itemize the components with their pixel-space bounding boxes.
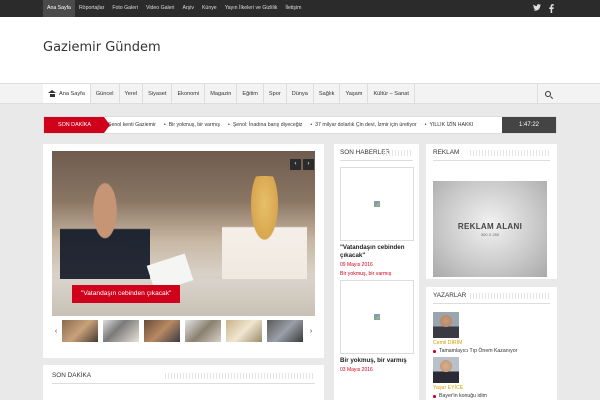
main-nav: Ana Sayfa Güncel Yerel Siyaset Ekonomi M… xyxy=(0,83,600,104)
bullet-icon: • xyxy=(310,122,313,128)
main-nav-items: Ana Sayfa Güncel Yerel Siyaset Ekonomi M… xyxy=(43,84,415,103)
author-info: Cemil DİRİM Tamamlayıcı Tıp Önem Kazanıy… xyxy=(433,340,550,354)
nav-item-magazine[interactable]: Magazin xyxy=(205,84,238,103)
latest-news-widget: SON HABERLER "Vatandaşın cebinden çıkaca… xyxy=(334,144,419,400)
topnav-interviews[interactable]: Röportajlar xyxy=(75,0,108,17)
nav-item-current[interactable]: Güncel xyxy=(91,84,120,103)
headline-slider: "Vatandaşın cebinden çıkacak" ‹ › ‹ › xyxy=(43,144,324,358)
nav-item-home[interactable]: Ana Sayfa xyxy=(43,84,91,103)
ticker-item[interactable]: • Şenol: İnadına barış diyeceğiz xyxy=(228,122,302,128)
ticker-item[interactable]: • Bir yokmuş, bir varmış xyxy=(164,122,220,128)
thumbnail-list xyxy=(60,320,307,342)
facebook-icon[interactable] xyxy=(549,4,554,15)
top-nav: Ana Sayfa Röportajlar Foto Galeri Video … xyxy=(43,0,306,17)
ticker-item-text: Şenol kenti Gaziemir xyxy=(108,122,156,128)
nav-item-local[interactable]: Yerel xyxy=(120,84,144,103)
site-logo[interactable]: Gaziemir Gündem xyxy=(43,40,161,55)
ticker-item[interactable]: • YILLIK İZİN HAKKI xyxy=(425,122,474,128)
breaking-news-ticker: SON DAKİKA Şenol kenti Gaziemir • Bir yok… xyxy=(43,116,557,134)
nav-item-economy[interactable]: Ekonomi xyxy=(172,84,206,103)
avatar[interactable] xyxy=(433,357,459,383)
social-links xyxy=(533,4,554,15)
avatar[interactable] xyxy=(433,312,459,338)
slider-image[interactable]: "Vatandaşın cebinden çıkacak" ‹ › xyxy=(52,151,315,316)
bullet-icon: • xyxy=(163,122,166,128)
topnav-archive[interactable]: Arşiv xyxy=(178,0,198,17)
topnav-contact[interactable]: İletişim xyxy=(281,0,305,17)
top-bar: Ana Sayfa Röportajlar Foto Galeri Video … xyxy=(0,0,600,17)
topnav-photo-gallery[interactable]: Foto Galeri xyxy=(108,0,142,17)
slider-next-button[interactable]: › xyxy=(303,159,314,170)
slider-thumbnail[interactable] xyxy=(185,320,221,342)
news-date: 09 Mayıs 2016 xyxy=(340,262,373,268)
news-label[interactable]: Bir yokmuş, bir varmış xyxy=(340,271,413,277)
search-button[interactable] xyxy=(537,84,557,103)
ad-banner-text: REKLAM ALANI xyxy=(457,221,523,231)
widget-title: SON HABERLER xyxy=(340,149,413,161)
nav-item-health[interactable]: Sağlık xyxy=(314,84,341,103)
ticker-label: SON DAKİKA xyxy=(44,117,110,133)
slider-thumbnail[interactable] xyxy=(103,320,139,342)
ticker-item-text: YILLIK İZİN HAKKI xyxy=(429,122,474,128)
slider-prev-button[interactable]: ‹ xyxy=(290,159,301,170)
slider-thumbnail[interactable] xyxy=(144,320,180,342)
news-title[interactable]: "Vatandaşın cebinden çıkacak" xyxy=(340,244,413,260)
ticker-item-text: 37 milyar dolarlık Çin devi, İzmir için … xyxy=(315,122,417,128)
ad-banner[interactable]: REKLAM ALANI 300 X 250 xyxy=(433,181,547,277)
section-title: SON DAKİKA xyxy=(52,372,315,384)
slider-caption[interactable]: "Vatandaşın cebinden çıkacak" xyxy=(72,285,181,303)
search-icon xyxy=(544,90,551,97)
author-name[interactable]: Cemil DİRİM xyxy=(433,340,550,346)
topnav-imprint[interactable]: Künye xyxy=(198,0,221,17)
nav-item-sports[interactable]: Spor xyxy=(264,84,287,103)
bullet-icon: • xyxy=(228,122,230,128)
news-date: 03 Mayıs 2016 xyxy=(340,367,373,373)
author-post[interactable]: Tamamlayıcı Tıp Önem Kazanıyor xyxy=(433,348,550,354)
twitter-icon[interactable] xyxy=(533,4,541,15)
nav-item-label: Ana Sayfa xyxy=(59,90,85,97)
nav-item-politics[interactable]: Siyaset xyxy=(143,84,173,103)
ad-widget: REKLAM REKLAM ALANI 300 X 250 xyxy=(426,144,557,279)
author-item[interactable] xyxy=(433,357,550,383)
author-item[interactable] xyxy=(433,312,550,338)
author-post[interactable]: Bayer'in konuğu idim xyxy=(433,393,550,399)
broken-image-icon xyxy=(374,314,380,320)
breaking-news-section: SON DAKİKA xyxy=(43,365,324,400)
bullet-icon: • xyxy=(424,122,427,128)
nav-item-world[interactable]: Dünya xyxy=(287,84,314,103)
authors-widget: YAZARLAR Cemil DİRİM Tamamlayıcı Tıp Öne… xyxy=(426,287,557,400)
broken-image-icon xyxy=(374,201,380,207)
author-name[interactable]: Yaşar EYİCE xyxy=(433,385,550,391)
ticker-item[interactable]: Şenol kenti Gaziemir xyxy=(108,122,156,128)
slider-thumbnail[interactable] xyxy=(267,320,303,342)
slider-thumbnails: ‹ › xyxy=(52,320,315,342)
ticker-clock: 1:47:22 xyxy=(502,117,556,133)
nav-item-culture[interactable]: Kültür – Sanat xyxy=(368,84,415,103)
ticker-item-text: Şenol: İnadına barış diyeceğiz xyxy=(232,122,303,128)
news-thumbnail[interactable] xyxy=(340,280,414,354)
topnav-privacy[interactable]: Yayın İlkeleri ve Gizlilik xyxy=(221,0,282,17)
ticker-item-text: Bir yokmuş, bir varmış xyxy=(168,122,221,128)
slider-thumbnail[interactable] xyxy=(62,320,98,342)
chevron-right-icon[interactable]: › xyxy=(307,328,315,335)
news-title[interactable]: Bir yokmuş, bir varmış xyxy=(340,357,413,365)
chevron-left-icon[interactable]: ‹ xyxy=(52,328,60,335)
nav-item-life[interactable]: Yaşam xyxy=(340,84,369,103)
slider-thumbnail[interactable] xyxy=(226,320,262,342)
ticker-items: Şenol kenti Gaziemir • Bir yokmuş, bir va… xyxy=(108,117,503,133)
ticker-item[interactable]: • 37 milyar dolarlık Çin devi, İzmir için… xyxy=(310,122,416,128)
home-icon xyxy=(48,90,56,97)
widget-title: YAZARLAR xyxy=(433,292,550,304)
widget-title: REKLAM xyxy=(433,149,550,161)
ad-banner-size: 300 X 250 xyxy=(480,231,500,237)
site-header: Gaziemir Gündem xyxy=(0,17,600,83)
topnav-home[interactable]: Ana Sayfa xyxy=(43,0,75,17)
topnav-video-gallery[interactable]: Video Galeri xyxy=(142,0,178,17)
author-info: Yaşar EYİCE Bayer'in konuğu idim xyxy=(433,385,550,399)
nav-item-education[interactable]: Eğitim xyxy=(237,84,264,103)
news-thumbnail[interactable] xyxy=(340,167,414,241)
